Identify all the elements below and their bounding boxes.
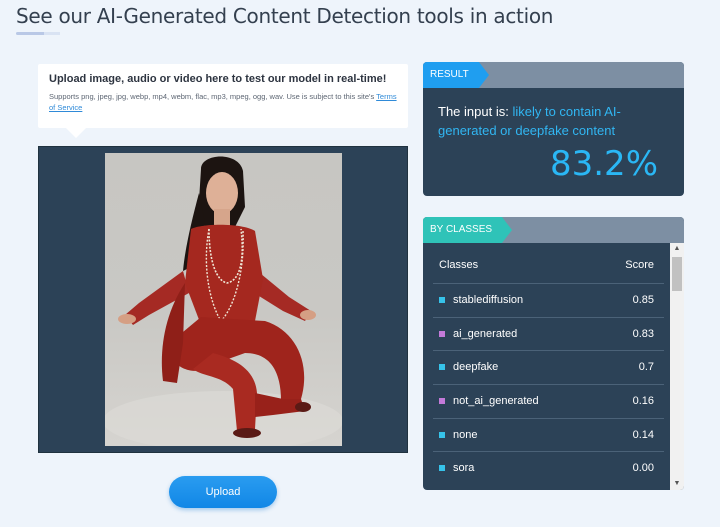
- upload-instructions-title: Upload image, audio or video here to tes…: [49, 73, 387, 85]
- class-color-swatch: [439, 431, 445, 438]
- woman-portrait-image: [105, 156, 342, 446]
- table-row: not_ai_generated 0.16: [433, 384, 664, 418]
- classes-scrollbar[interactable]: ▲ ▼: [670, 243, 684, 490]
- class-name: sora: [453, 462, 475, 475]
- title-underline: [16, 32, 60, 35]
- scroll-down-icon[interactable]: ▼: [670, 478, 684, 490]
- table-row: ai_generated 0.83: [433, 316, 664, 351]
- class-name: deepfake: [453, 361, 499, 374]
- class-score: 0.85: [632, 294, 654, 306]
- by-classes-card: BY CLASSES Classes Score stablediffusion…: [423, 217, 684, 490]
- result-tag: RESULT: [423, 62, 489, 88]
- class-score: 0.00: [632, 462, 654, 475]
- result-score: 83.2%: [549, 144, 658, 184]
- class-color-swatch: [439, 398, 445, 405]
- class-score: 0.83: [632, 327, 654, 340]
- class-name: none: [453, 428, 478, 441]
- result-card: RESULT The input is: likely to contain A…: [423, 62, 684, 196]
- supported-formats-label: Supports png, jpeg, jpg, webp, mp4, webm…: [49, 92, 375, 101]
- classes-card-header: BY CLASSES: [423, 217, 684, 243]
- table-row: none 0.14: [433, 417, 664, 452]
- class-color-swatch: [439, 465, 445, 472]
- column-header-classes: Classes: [439, 259, 479, 271]
- class-score: 0.7: [638, 361, 654, 374]
- column-header-score: Score: [625, 259, 654, 271]
- class-color-swatch: [439, 364, 445, 371]
- class-color-swatch: [439, 297, 445, 303]
- result-summary: The input is: likely to contain AI-gener…: [438, 102, 653, 140]
- classes-table: Classes Score stablediffusion 0.85 ai_ge…: [423, 243, 670, 485]
- table-row: stablediffusion 0.85: [433, 283, 664, 317]
- image-preview-panel: [38, 146, 408, 453]
- class-name: ai_generated: [453, 327, 518, 340]
- by-classes-tag: BY CLASSES: [423, 217, 513, 243]
- scroll-up-icon[interactable]: ▲: [670, 243, 684, 255]
- classes-table-header: Classes Score: [423, 243, 670, 283]
- upload-button[interactable]: Upload: [169, 476, 277, 508]
- uploaded-photo: [105, 153, 342, 446]
- upload-instructions: Upload image, audio or video here to tes…: [38, 64, 408, 138]
- table-row: sora 0.00: [433, 451, 664, 485]
- scroll-thumb[interactable]: [672, 257, 682, 291]
- result-prefix: The input is:: [438, 104, 509, 119]
- supported-formats-text: Supports png, jpeg, jpg, webp, mp4, webm…: [49, 91, 397, 113]
- class-name: stablediffusion: [453, 294, 524, 306]
- class-color-swatch: [439, 330, 445, 337]
- class-name: not_ai_generated: [453, 395, 539, 408]
- class-score: 0.16: [632, 395, 654, 408]
- result-card-header: RESULT: [423, 62, 684, 88]
- table-row: deepfake 0.7: [433, 350, 664, 384]
- page-title: See our AI-Generated Content Detection t…: [16, 4, 554, 28]
- class-score: 0.14: [632, 428, 654, 441]
